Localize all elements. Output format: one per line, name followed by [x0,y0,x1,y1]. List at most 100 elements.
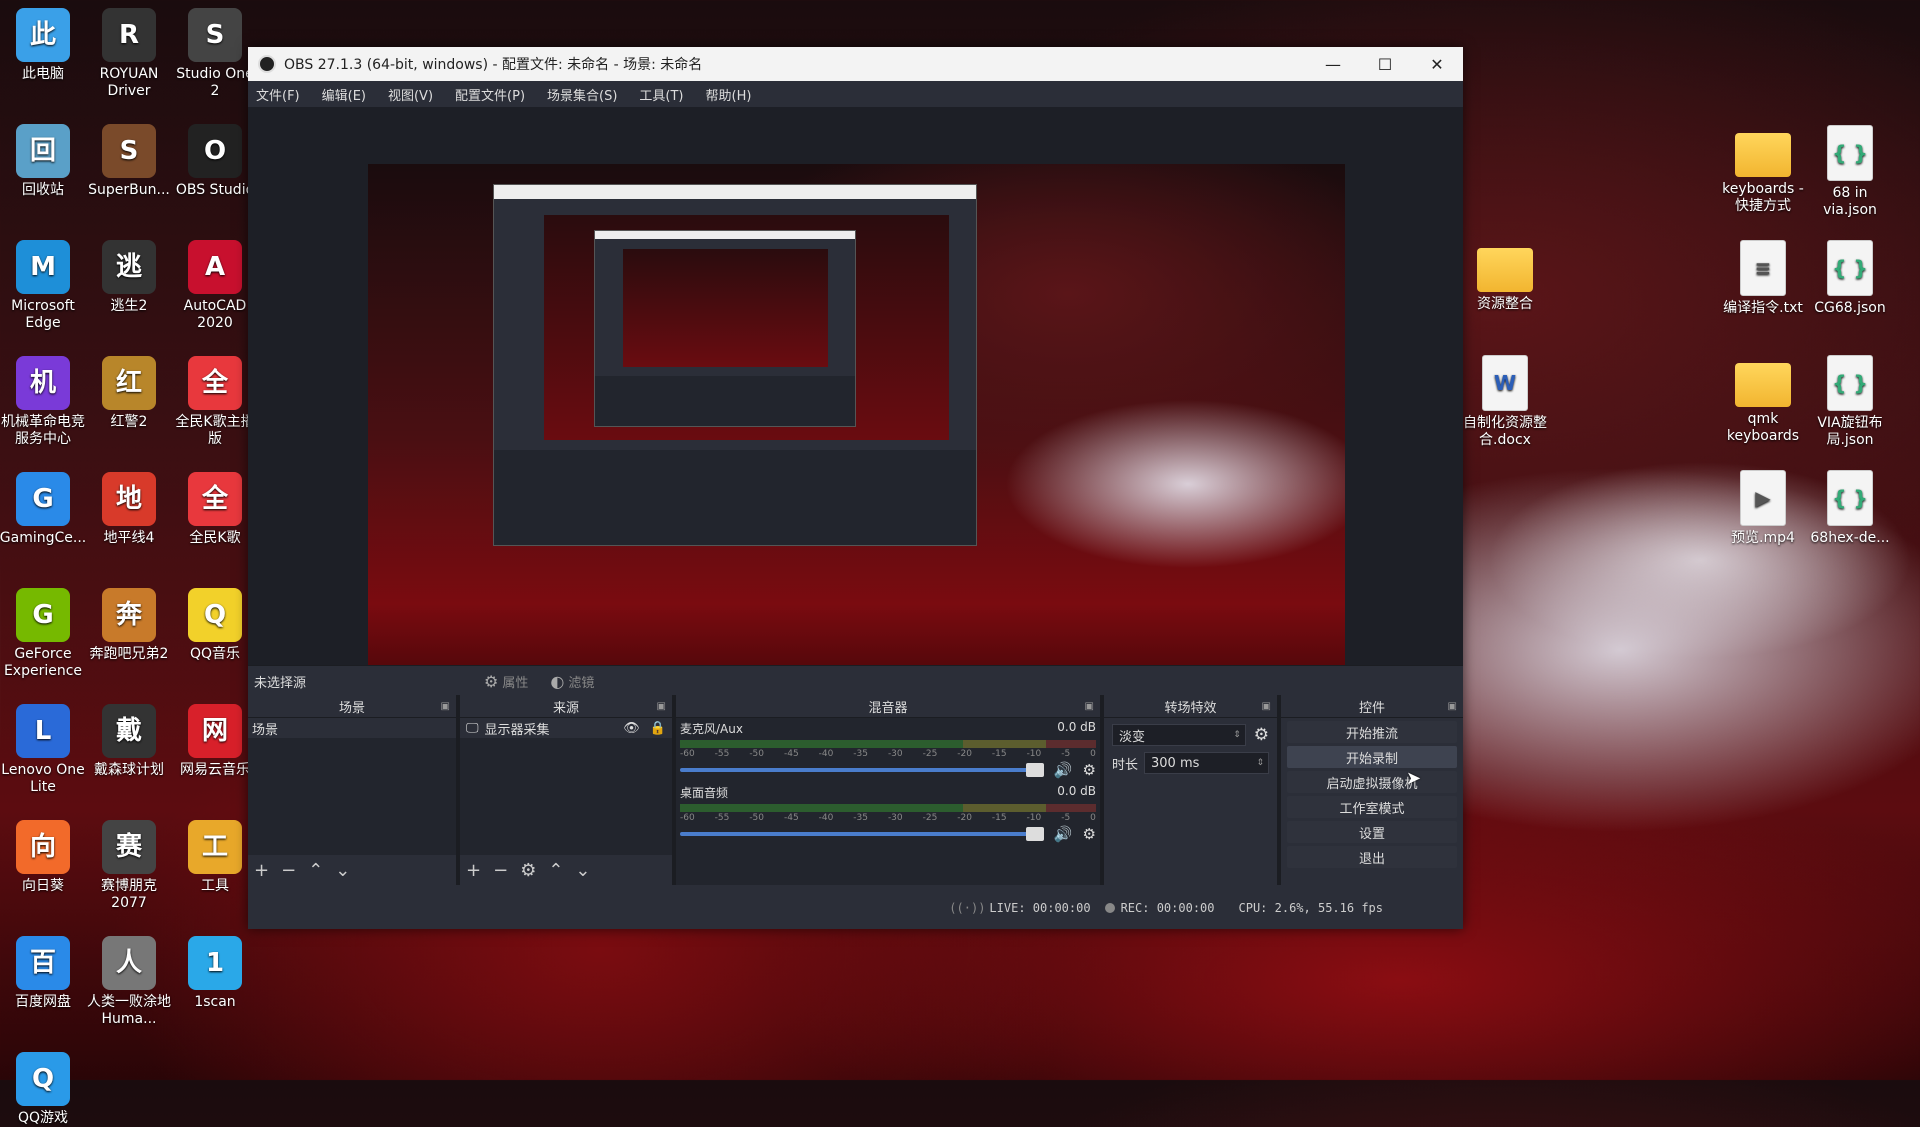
menu-help[interactable]: 帮助(H) [706,85,752,104]
desktop-icon[interactable]: 此此电脑 [0,8,88,83]
volume-fader[interactable]: 🔊 ⚙ [680,825,1096,843]
desktop-icon[interactable]: G GeForce Experience [0,588,88,680]
dock-float-icon[interactable]: ▣ [657,701,666,712]
source-item[interactable]: 🖵 显示器采集 👁 🔒 [460,718,672,738]
desktop-icon[interactable]: 1 1scan [170,936,260,1011]
desktop-icon[interactable]: 逃逃生2 [84,240,174,315]
desktop-icon[interactable]: Q QQ音乐 [170,588,260,663]
source-properties-icon[interactable]: ⚙ [520,860,536,881]
minimize-button[interactable]: — [1307,47,1359,81]
desktop-file-icon[interactable]: W 自制化资源整合.docx [1460,355,1550,449]
desktop-icon[interactable]: 全全民K歌主播版 [170,356,260,448]
desktop-icon-label: 地平线4 [103,530,155,546]
properties-button[interactable]: ⚙ 属性 [484,672,528,691]
dock-float-icon[interactable]: ▣ [441,701,450,712]
desktop-icon[interactable]: 红红警2 [84,356,174,431]
dock-float-icon[interactable]: ▣ [1085,701,1094,712]
speaker-icon[interactable]: 🔊 [1054,825,1073,843]
duration-input[interactable]: 300 ms ⇕ [1144,752,1269,774]
filters-button[interactable]: ◐ 滤镜 [550,672,594,691]
scene-item[interactable]: 场景 [248,718,456,738]
fader-track[interactable] [680,763,1044,777]
desktop-file-icon[interactable]: 资源整合 [1460,240,1550,313]
json-icon: { } [1827,355,1873,411]
desktop-icon[interactable]: 人人类一败涂地 Huma... [84,936,174,1028]
volume-fader[interactable]: 🔊 ⚙ [680,761,1096,779]
desktop-icon-label: 此电脑 [22,66,64,82]
desktop-icon[interactable]: 网网易云音乐 [170,704,260,779]
maximize-button[interactable]: ☐ [1359,47,1411,81]
desktop-icon[interactable]: 机机械革命电竞服务中心 [0,356,88,448]
move-down-icon[interactable]: ⌄ [575,860,590,881]
desktop-file-icon[interactable]: { } 68hex-de... [1805,470,1895,547]
desktop-file-icon[interactable]: { } CG68.json [1805,240,1895,317]
lock-icon[interactable]: 🔒 [650,721,666,736]
menu-file[interactable]: 文件(F) [256,85,300,104]
dock-float-icon[interactable]: ▣ [1262,701,1271,712]
remove-scene-icon[interactable]: − [281,860,296,881]
gear-icon[interactable]: ⚙ [1083,825,1096,843]
desktop-icon[interactable]: 回回收站 [0,124,88,199]
desktop-icon[interactable]: 赛赛博朋克 2077 [84,820,174,912]
menu-tools[interactable]: 工具(T) [639,85,683,104]
fader-knob[interactable] [1025,827,1044,841]
nested-obs-capture-2 [594,230,856,427]
exit-button[interactable]: 退出 [1287,846,1457,868]
desktop-file-icon[interactable]: ▶ 预览.mp4 [1718,470,1808,547]
menu-edit[interactable]: 编辑(E) [322,85,366,104]
desktop-file-icon[interactable]: ≡ 编译指令.txt [1718,240,1808,317]
desktop-icon[interactable]: 地地平线4 [84,472,174,547]
desktop-file-icon[interactable]: qmk keyboards [1718,355,1808,445]
desktop-icon[interactable]: S SuperBun... [84,124,174,199]
desktop-icon[interactable]: O OBS Studio [170,124,260,199]
gear-icon[interactable]: ⚙ [1083,761,1096,779]
menu-view[interactable]: 视图(V) [388,85,433,104]
transition-select[interactable]: 淡变 ⇕ [1112,724,1246,746]
remove-source-icon[interactable]: − [493,860,508,881]
desktop-icon[interactable]: A AutoCAD 2020 [170,240,260,332]
spinner-icon[interactable]: ⇕ [1256,758,1264,768]
obs-titlebar[interactable]: OBS 27.1.3 (64-bit, windows) - 配置文件: 未命名… [248,47,1463,81]
move-up-icon[interactable]: ⌃ [548,860,563,881]
desktop-file-icon[interactable]: { } VIA旋钮布局.json [1805,355,1895,449]
preview-canvas[interactable] [368,164,1345,714]
desktop-icon[interactable]: 戴戴森球计划 [84,704,174,779]
dock-float-icon[interactable]: ▣ [1448,701,1457,712]
add-scene-icon[interactable]: + [254,860,269,881]
cyberpunk-icon: 赛 [102,820,156,874]
start-virtual-camera-button[interactable]: 启动虚拟摄像机 [1287,771,1457,793]
desktop-icon[interactable]: L Lenovo One Lite [0,704,88,796]
settings-button[interactable]: 设置 [1287,821,1457,843]
studio-mode-button[interactable]: 工作室模式 [1287,796,1457,818]
desktop-file-icon[interactable]: keyboards - 快捷方式 [1718,125,1808,215]
desktop-icon[interactable]: 奔奔跑吧兄弟2 [84,588,174,663]
fader-track[interactable] [680,827,1044,841]
desktop-icon[interactable]: 百百度网盘 [0,936,88,1011]
start-streaming-button[interactable]: 开始推流 [1287,721,1457,743]
desktop-icon[interactable]: Q QQ游戏 [0,1052,88,1127]
eye-icon[interactable]: 👁 [623,721,640,736]
desktop-icon-label: 机械革命电竞服务中心 [1,414,85,447]
desktop-icon[interactable]: G GamingCe... [0,472,88,547]
desktop-icon[interactable]: 工工具 [170,820,260,895]
speaker-icon[interactable]: 🔊 [1054,761,1073,779]
fader-knob[interactable] [1025,763,1044,777]
menu-scene-collection[interactable]: 场景集合(S) [547,85,617,104]
edge-icon: M [16,240,70,294]
close-button[interactable]: ✕ [1411,47,1463,81]
desktop-icon[interactable]: R ROYUAN Driver [84,8,174,100]
move-up-icon[interactable]: ⌃ [308,860,323,881]
add-source-icon[interactable]: + [466,860,481,881]
channel-db: 0.0 dB [1057,720,1096,734]
monitor-icon: 🖵 [466,720,479,736]
menu-profile[interactable]: 配置文件(P) [455,85,525,104]
desktop-icon[interactable]: 向向日葵 [0,820,88,895]
gear-icon[interactable]: ⚙ [1254,725,1269,745]
desktop-icon-label: GeForce Experience [3,646,83,679]
desktop-icon[interactable]: 全全民K歌 [170,472,260,547]
move-down-icon[interactable]: ⌄ [335,860,350,881]
desktop-icon[interactable]: S Studio One 2 [170,8,260,100]
desktop-file-icon[interactable]: { } 68 in via.json [1805,125,1895,219]
desktop-icon[interactable]: M Microsoft Edge [0,240,88,332]
start-recording-button[interactable]: 开始录制 [1287,746,1457,768]
